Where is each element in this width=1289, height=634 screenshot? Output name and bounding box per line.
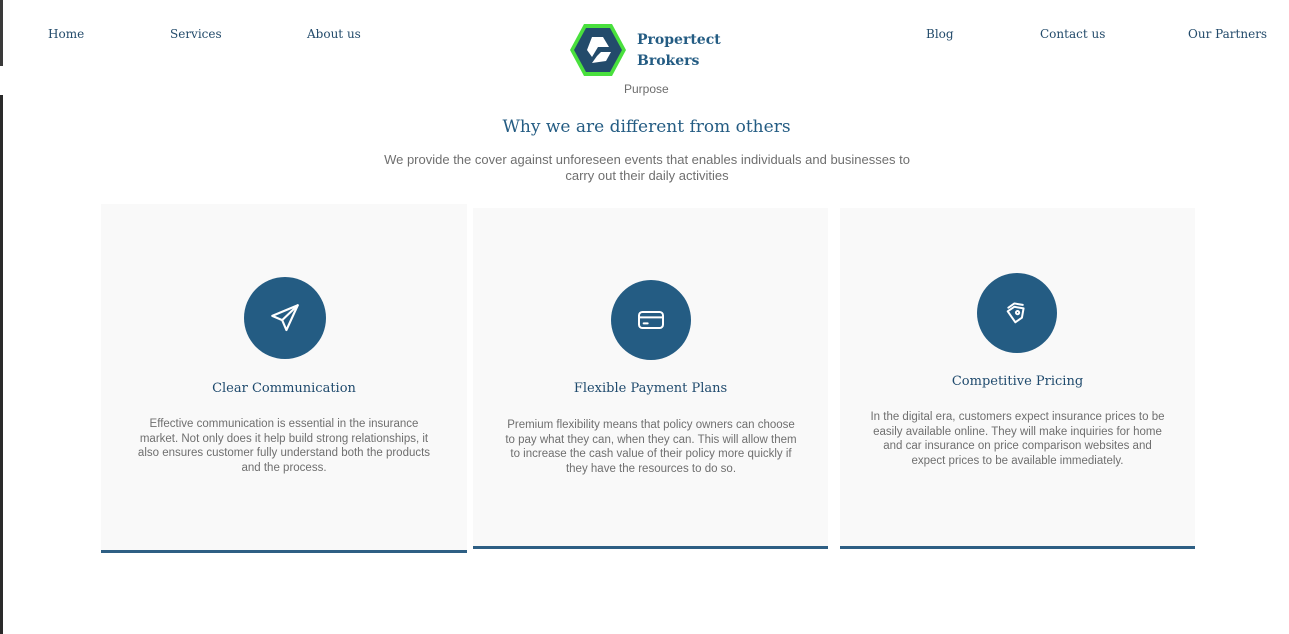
nav-blog[interactable]: Blog <box>926 27 954 41</box>
section-eyebrow: Purpose <box>624 82 669 96</box>
nav-contact-us[interactable]: Contact us <box>1040 27 1105 41</box>
brand-line-1: Propertect <box>637 32 721 48</box>
brand-line-2: Brokers <box>637 53 700 69</box>
card-accent-bar <box>840 546 1195 549</box>
price-tag-icon <box>977 273 1057 353</box>
nav-services[interactable]: Services <box>170 27 222 41</box>
section-heading: Why we are different from others <box>502 117 791 137</box>
card-title: Flexible Payment Plans <box>573 381 728 396</box>
card-accent-bar <box>101 550 467 553</box>
card-body: Effective communication is essential in … <box>137 418 431 474</box>
hexagon-logo-icon[interactable] <box>568 22 628 78</box>
feature-card-clear-communication: Clear Communication Effective communicat… <box>101 204 467 553</box>
card-body: Premium flexibility means that policy ow… <box>505 419 797 475</box>
card-title: Competitive Pricing <box>951 374 1084 389</box>
credit-card-icon <box>611 280 691 360</box>
nav-home[interactable]: Home <box>48 27 84 41</box>
window-edge-segment <box>0 0 3 66</box>
nav-our-partners[interactable]: Our Partners <box>1188 27 1267 41</box>
nav-about-us[interactable]: About us <box>307 27 361 41</box>
paper-plane-icon <box>244 277 326 359</box>
window-edge <box>0 0 3 634</box>
feature-card-flexible-payment: Flexible Payment Plans Premium flexibili… <box>473 208 828 549</box>
brand-name[interactable]: Propertect Brokers <box>637 30 721 72</box>
section-subtext: We provide the cover against unforeseen … <box>384 152 910 183</box>
feature-card-competitive-pricing: Competitive Pricing In the digital era, … <box>840 208 1195 549</box>
window-edge-segment <box>0 95 3 634</box>
card-body: In the digital era, customers expect ins… <box>870 411 1165 467</box>
card-title: Clear Communication <box>212 381 356 396</box>
card-accent-bar <box>473 546 828 549</box>
